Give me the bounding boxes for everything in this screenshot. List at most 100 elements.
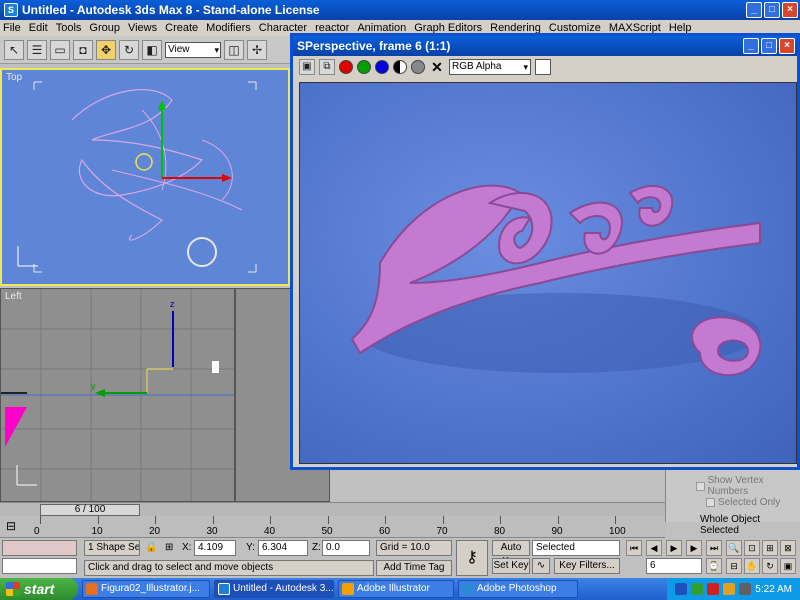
minimize-button[interactable]: _ bbox=[746, 2, 762, 18]
zoom-extents-all-icon[interactable]: ⊠ bbox=[780, 540, 796, 556]
x-coordinate-field[interactable]: 4.109 bbox=[194, 540, 236, 556]
pivot-icon[interactable]: ◫ bbox=[224, 39, 244, 60]
menu-views[interactable]: Views bbox=[128, 22, 157, 34]
volume-icon[interactable] bbox=[739, 583, 752, 595]
time-slider[interactable]: 6 / 100 bbox=[40, 504, 140, 516]
color-swatch[interactable] bbox=[535, 59, 551, 75]
network-icon[interactable] bbox=[691, 583, 704, 595]
viewport-top[interactable]: Top bbox=[0, 68, 290, 286]
menu-group[interactable]: Group bbox=[89, 22, 120, 34]
lock-icon[interactable]: 🔒 bbox=[145, 540, 157, 556]
windows-taskbar: start Figura02_Illustrator.j... Untitled… bbox=[0, 578, 800, 600]
goto-start-icon[interactable]: ⏮ bbox=[626, 540, 642, 556]
menu-tools[interactable]: Tools bbox=[56, 22, 82, 34]
menu-create[interactable]: Create bbox=[165, 22, 198, 34]
system-tray: 5:22 AM bbox=[667, 578, 800, 600]
status-bar: 1 Shape Sele 🔒 ⊞ X: 4.109 Y: 6.304 Z: 0.… bbox=[0, 538, 800, 578]
next-frame-icon[interactable]: ▶ bbox=[686, 540, 702, 556]
zoom-icon[interactable]: 🔍 bbox=[726, 540, 742, 556]
antivirus-icon[interactable] bbox=[723, 583, 736, 595]
task-illustrator[interactable]: Adobe Illustrator bbox=[338, 580, 454, 598]
clear-icon[interactable]: ✕ bbox=[429, 59, 445, 76]
z-coordinate-field[interactable]: 0.0 bbox=[322, 540, 370, 556]
clone-icon[interactable]: ⧉ bbox=[319, 59, 335, 75]
whole-object-status: Whole Object Selected bbox=[700, 514, 761, 536]
auto-key-button[interactable]: Auto Key bbox=[492, 540, 530, 567]
viewport-left[interactable]: Left z y bbox=[0, 288, 235, 502]
save-icon[interactable]: ▣ bbox=[299, 59, 315, 75]
channel-select[interactable]: RGB Alpha bbox=[449, 59, 531, 75]
select-object-icon[interactable]: ↖ bbox=[4, 39, 24, 60]
render-close-button[interactable]: × bbox=[779, 38, 795, 54]
track-bar-tick bbox=[557, 516, 559, 524]
pan-icon[interactable]: ✋ bbox=[744, 558, 760, 574]
green-channel-icon[interactable] bbox=[357, 60, 371, 74]
task-figura02[interactable]: Figura02_Illustrator.j... bbox=[82, 580, 210, 598]
orbit-icon[interactable]: ↻ bbox=[762, 558, 778, 574]
set-key-icon[interactable]: ⚷ bbox=[456, 540, 488, 576]
task-figura02-label: Figura02_Illustrator.j... bbox=[101, 583, 200, 594]
menu-edit[interactable]: Edit bbox=[29, 22, 48, 34]
command-panel: Show Vertex Numbers Selected Only Whole … bbox=[665, 470, 800, 536]
close-button[interactable]: × bbox=[782, 2, 798, 18]
track-bar-toggle-icon[interactable]: ⊟ bbox=[6, 519, 16, 533]
task-3dsmax[interactable]: Untitled - Autodesk 3... bbox=[214, 580, 334, 598]
set-key-button[interactable]: Set Key bbox=[492, 558, 530, 574]
key-mode-select[interactable]: Selected bbox=[532, 540, 620, 556]
absolute-mode-icon[interactable]: ⊞ bbox=[165, 540, 173, 556]
track-bar-tick bbox=[212, 516, 214, 524]
alpha-channel-icon[interactable] bbox=[393, 60, 407, 74]
rotate-icon[interactable]: ↻ bbox=[119, 39, 139, 60]
blue-channel-icon[interactable] bbox=[375, 60, 389, 74]
track-bar-tick bbox=[97, 516, 99, 524]
monochrome-icon[interactable] bbox=[411, 60, 425, 74]
select-by-name-icon[interactable]: ☰ bbox=[27, 39, 47, 60]
zoom-extents-icon[interactable]: ⊡ bbox=[744, 540, 760, 556]
key-filters-button[interactable]: Key Filters... bbox=[554, 558, 620, 574]
rectangle-selection-icon[interactable]: ▭ bbox=[50, 39, 70, 60]
maximize-button[interactable]: □ bbox=[764, 2, 780, 18]
time-slider-track[interactable]: 6 / 100 bbox=[0, 502, 665, 516]
app-title: Untitled - Autodesk 3ds Max 8 - Stand-al… bbox=[22, 3, 320, 17]
track-bar[interactable]: ⊟ 0 10 20 30 40 50 60 70 80 90 100 bbox=[0, 516, 665, 538]
add-time-tag-button[interactable]: Add Time Tag bbox=[376, 560, 452, 576]
track-bar-tick-label: 90 bbox=[551, 526, 563, 537]
current-frame-field[interactable]: 6 bbox=[646, 558, 702, 574]
y-coordinate-field[interactable]: 6.304 bbox=[258, 540, 308, 556]
3ds-max-icon: S bbox=[297, 39, 306, 53]
move-icon[interactable]: ✥ bbox=[96, 39, 116, 60]
show-vertex-numbers-checkbox[interactable] bbox=[696, 481, 705, 491]
maxscript-listener[interactable] bbox=[2, 540, 77, 556]
region-zoom-icon[interactable]: ⊟ bbox=[726, 558, 742, 574]
goto-end-icon[interactable]: ⏭ bbox=[706, 540, 722, 556]
zoom-all-icon[interactable]: ⊞ bbox=[762, 540, 778, 556]
3ds-max-icon: S bbox=[4, 3, 18, 17]
menu-modifiers[interactable]: Modifiers bbox=[206, 22, 251, 34]
show-vertex-numbers-label: Show Vertex Numbers bbox=[707, 475, 764, 497]
maximize-viewport-icon[interactable]: ▣ bbox=[780, 558, 796, 574]
previous-frame-icon[interactable]: ◀ bbox=[646, 540, 662, 556]
window-crossing-icon[interactable]: ◘ bbox=[73, 39, 93, 60]
task-photoshop[interactable]: Adobe Photoshop bbox=[458, 580, 578, 598]
scale-icon[interactable]: ◧ bbox=[142, 39, 162, 60]
show-vertex-numbers-option[interactable]: Show Vertex Numbers bbox=[696, 475, 800, 497]
play-icon[interactable]: ▶ bbox=[666, 540, 682, 556]
logo-g-shape bbox=[568, 201, 623, 255]
render-maximize-button[interactable]: □ bbox=[761, 38, 777, 54]
render-minimize-button[interactable]: _ bbox=[743, 38, 759, 54]
track-bar-tick-label: 70 bbox=[436, 526, 448, 537]
red-channel-icon[interactable] bbox=[339, 60, 353, 74]
key-tangent-icon[interactable]: ∿ bbox=[532, 558, 550, 574]
z-axis-label: z bbox=[170, 299, 175, 309]
menu-file[interactable]: File bbox=[3, 22, 21, 34]
reference-coordinate-select[interactable]: View bbox=[165, 41, 221, 58]
snap-icon[interactable]: ✢ bbox=[247, 39, 267, 60]
start-button[interactable]: start bbox=[0, 578, 78, 600]
maxscript-mini-listener[interactable] bbox=[2, 558, 77, 574]
selected-only-option[interactable]: Selected Only bbox=[706, 497, 800, 508]
selected-only-checkbox[interactable] bbox=[706, 498, 715, 507]
time-config-icon[interactable]: ⌚ bbox=[706, 558, 722, 574]
transform-gizmo-icon bbox=[135, 153, 153, 171]
help-icon[interactable] bbox=[675, 583, 688, 595]
security-icon[interactable] bbox=[707, 583, 720, 595]
